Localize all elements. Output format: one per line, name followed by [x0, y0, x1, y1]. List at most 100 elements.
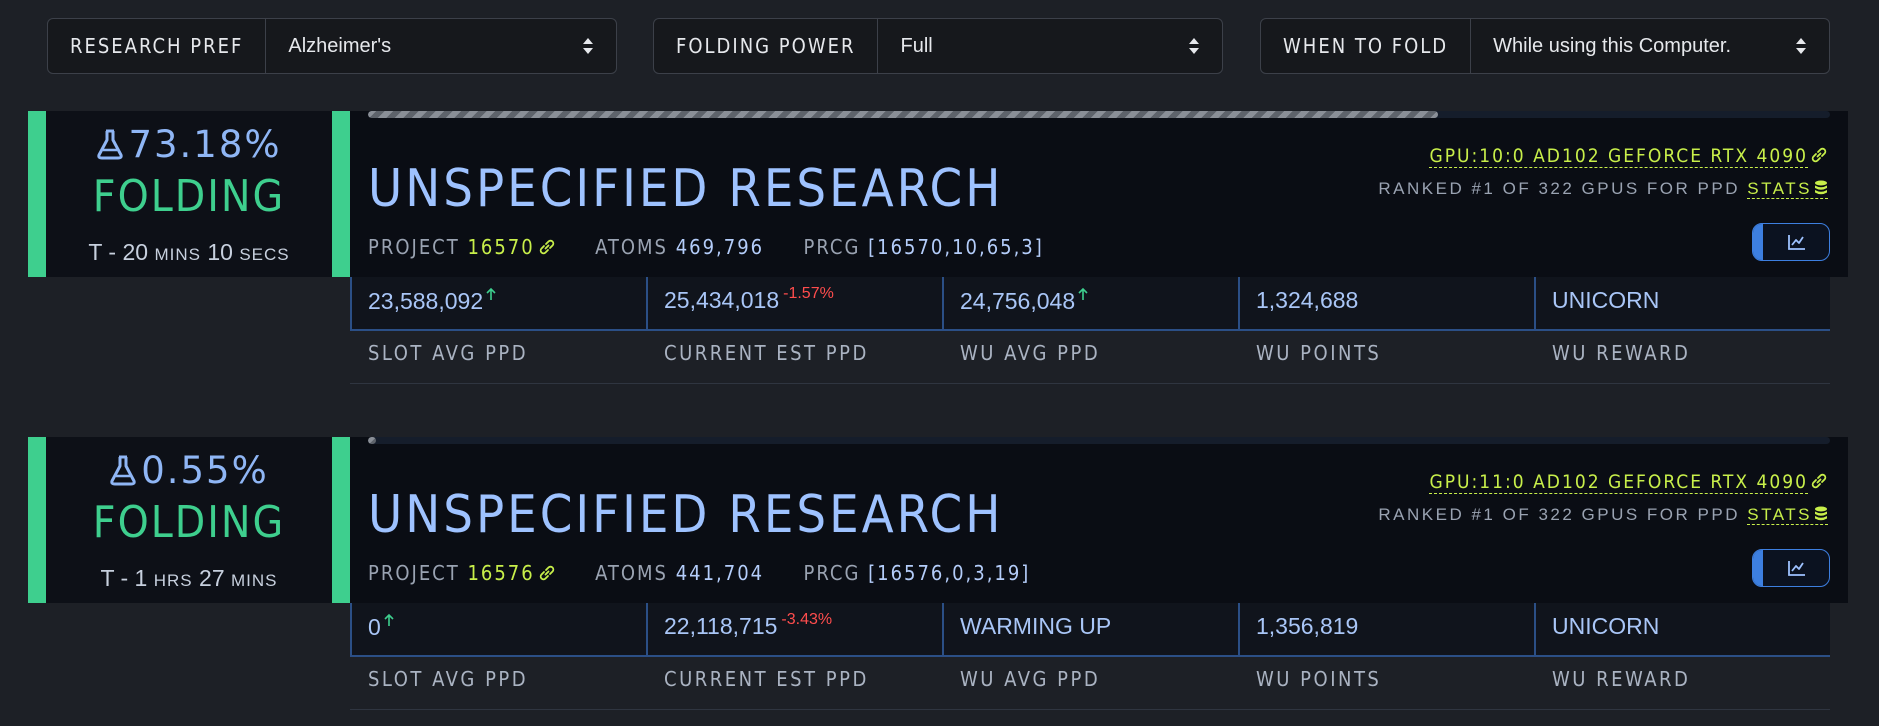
eta-prefix: T - — [100, 565, 135, 591]
wu-reward-caption: WU REWARD — [1552, 667, 1691, 691]
slot-avg-caption: SLOT AVG PPD — [368, 341, 529, 365]
wu-reward-value: UNICORN — [1552, 613, 1660, 639]
line-chart-icon — [1788, 235, 1805, 250]
caption-divider — [350, 383, 1830, 384]
progress-percent: 0.55% — [46, 449, 332, 492]
eta-u1: HRS — [153, 571, 193, 590]
progress-percent: 73.18% — [46, 123, 332, 166]
status-state: FOLDING — [92, 497, 286, 548]
current-est-caption: CURRENT EST PPD — [664, 341, 869, 365]
slot-avg-ppd-value: 0 — [368, 614, 381, 640]
link-icon — [539, 565, 554, 581]
when-to-fold-label: WHEN TO FOLD — [1261, 19, 1472, 73]
project-meta: PROJECT 16576 ATOMS 441,704 PRCG [16576,… — [368, 561, 1030, 585]
current-est-delta: -3.43% — [781, 611, 833, 628]
progress-bar — [368, 437, 1830, 444]
wu-points-value: 1,356,819 — [1256, 613, 1359, 639]
prcg-label: PRCG — [803, 235, 861, 259]
current-est-ppd-value: 22,118,715 — [664, 613, 778, 639]
research-pref-label: RESEARCH PREF — [48, 19, 267, 73]
wu-points-caption: WU POINTS — [1256, 667, 1382, 691]
wu-avg-caption: WU AVG PPD — [960, 667, 1101, 691]
wu-reward-cell: UNICORN — [1534, 277, 1830, 331]
database-icon — [1815, 180, 1827, 195]
wu-avg-ppd-cell: WARMING UP — [942, 603, 1238, 657]
project-link[interactable]: 16576 — [467, 561, 555, 585]
wu-points-cell: 1,324,688 — [1238, 277, 1534, 331]
atoms-value: 441,704 — [675, 561, 765, 585]
research-title: UNSPECIFIED RESEARCH — [368, 159, 1004, 219]
line-chart-icon — [1788, 561, 1805, 576]
prcg-value: [16570,10,65,3] — [868, 235, 1044, 259]
research-pref-value[interactable]: Alzheimer's — [266, 19, 616, 73]
status-state: FOLDING — [92, 171, 286, 222]
atoms-label: ATOMS — [595, 561, 668, 585]
gpu-rank: RANKED #1 OF 322 GPUS FOR PPD STATS — [1378, 505, 1828, 525]
slot-avg-ppd-cell: 0 — [350, 603, 646, 657]
slot-avg-caption: SLOT AVG PPD — [368, 667, 529, 691]
eta: T - 1 HRS 27 MINS — [46, 565, 332, 592]
when-to-fold-value-text: While using this Computer. — [1493, 34, 1732, 57]
percent-text: 73.18% — [128, 123, 282, 166]
flask-icon — [110, 455, 136, 486]
when-to-fold-value[interactable]: While using this Computer. — [1471, 19, 1829, 73]
select-arrows-icon — [1796, 38, 1806, 54]
research-title: UNSPECIFIED RESEARCH — [368, 485, 1004, 545]
folding-power-select[interactable]: FOLDING POWER Full — [653, 18, 1223, 74]
chart-button[interactable] — [1752, 549, 1830, 587]
when-to-fold-select[interactable]: WHEN TO FOLD While using this Computer. — [1260, 18, 1830, 74]
atoms-label: ATOMS — [595, 235, 668, 259]
arrow-up-icon — [384, 613, 394, 626]
gpu-name: GPU:10:0 AD102 GEFORCE RTX 4090 — [1429, 145, 1808, 168]
flask-icon — [97, 129, 124, 160]
research-pref-select[interactable]: RESEARCH PREF Alzheimer's — [47, 18, 617, 74]
prcg-label: PRCG — [803, 561, 861, 585]
gpu-link[interactable]: GPU:10:0 AD102 GEFORCE RTX 4090 — [1429, 145, 1828, 168]
chart-button[interactable] — [1752, 223, 1830, 261]
atoms-value: 469,796 — [675, 235, 765, 259]
wu-reward-value: UNICORN — [1552, 287, 1660, 313]
gpu-link[interactable]: GPU:11:0 AD102 GEFORCE RTX 4090 — [1429, 471, 1828, 494]
project-label: PROJECT — [368, 235, 460, 259]
caption-divider — [350, 709, 1830, 710]
folding-power-label: FOLDING POWER — [654, 19, 879, 73]
progress-fill — [368, 111, 1438, 118]
eta-n2: 10 — [207, 239, 233, 265]
link-icon — [1811, 473, 1827, 489]
slot-info-panel: UNSPECIFIED RESEARCH PROJECT 16570 ATOMS… — [350, 111, 1848, 277]
slot-status: 73.18% FOLDING T - 20 MINS 10 SECS — [28, 111, 350, 277]
select-arrows-icon — [1189, 38, 1199, 54]
gpu-rank: RANKED #1 OF 322 GPUS FOR PPD STATS — [1378, 179, 1828, 199]
wu-points-cell: 1,356,819 — [1238, 603, 1534, 657]
progress-fill — [368, 437, 377, 444]
arrow-up-icon — [486, 287, 496, 300]
status-accent-left — [28, 111, 46, 277]
project-link[interactable]: 16570 — [467, 235, 555, 259]
stats-label: STATS — [1747, 505, 1812, 524]
chart-button-edge — [1753, 550, 1763, 586]
eta: T - 20 MINS 10 SECS — [46, 239, 332, 266]
stats-link[interactable]: STATS — [1747, 179, 1828, 199]
project-number: 16570 — [467, 235, 535, 259]
select-arrows-icon — [583, 38, 593, 54]
stats-label: STATS — [1747, 179, 1812, 198]
folding-power-value[interactable]: Full — [878, 19, 1222, 73]
prcg-value: [16576,0,3,19] — [868, 561, 1031, 585]
eta-u2: MINS — [231, 571, 278, 590]
project-meta: PROJECT 16570 ATOMS 469,796 PRCG [16570,… — [368, 235, 1044, 259]
current-est-ppd-cell: 22,118,715 -3.43% — [646, 603, 942, 657]
wu-avg-caption: WU AVG PPD — [960, 341, 1101, 365]
arrow-up-icon — [1078, 287, 1088, 300]
rank-text: RANKED #1 OF 322 GPUS FOR PPD — [1378, 179, 1740, 198]
wu-reward-cell: UNICORN — [1534, 603, 1830, 657]
project-label: PROJECT — [368, 561, 460, 585]
status-accent-left — [28, 437, 46, 603]
slot-avg-ppd-cell: 23,588,092 — [350, 277, 646, 331]
progress-bar — [368, 111, 1830, 118]
status-accent-right — [332, 437, 350, 603]
folding-power-value-text: Full — [900, 34, 933, 57]
link-icon — [539, 239, 554, 255]
stats-link[interactable]: STATS — [1747, 505, 1828, 525]
wu-avg-ppd-value: WARMING UP — [960, 613, 1112, 639]
eta-u1: MINS — [154, 245, 201, 264]
